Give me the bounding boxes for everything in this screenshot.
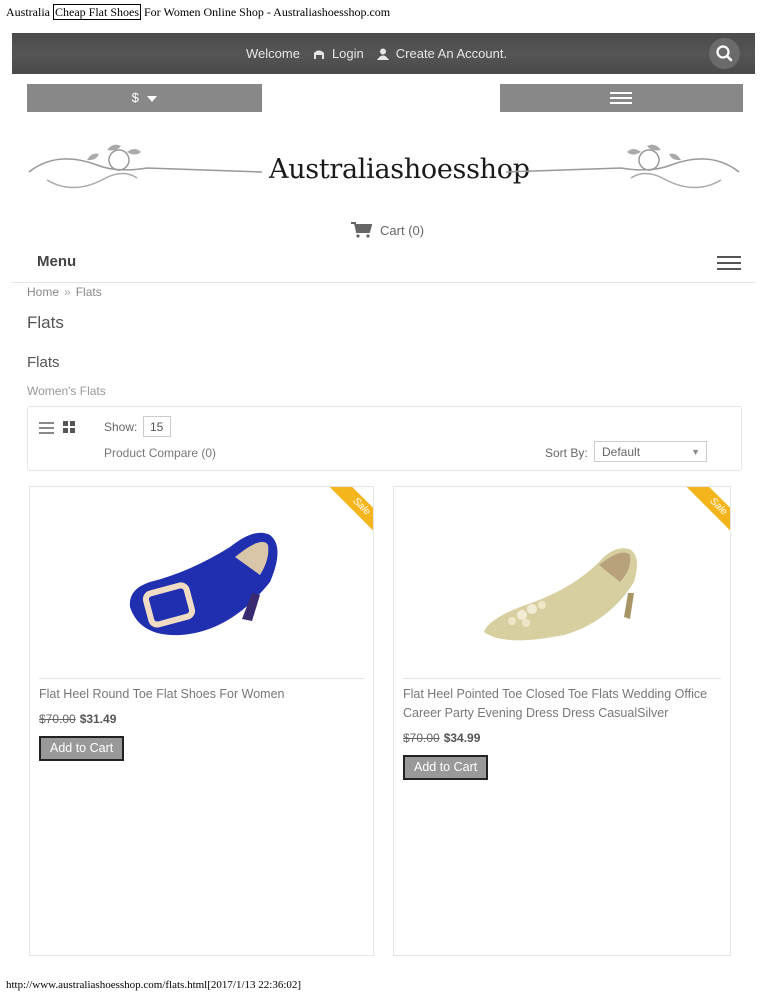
add-to-cart-button[interactable]: Add to Cart (39, 736, 125, 761)
breadcrumb-home[interactable]: Home (27, 285, 59, 299)
title-highlight: Cheap Flat Shoes (53, 4, 141, 20)
ornament-left-icon (28, 144, 263, 189)
logo-text: Australiashoesshop (269, 154, 530, 185)
mobile-menu-button[interactable] (500, 84, 743, 112)
sale-badge: Sale (682, 487, 730, 535)
dropdown-arrow-icon: ▼ (691, 447, 700, 457)
sale-badge-text: Sale (327, 487, 373, 535)
gold-pointed-flat-image (484, 548, 638, 641)
ornament-right-icon (505, 144, 740, 189)
cart-label: Cart (380, 222, 405, 238)
old-price: $70.00 (403, 731, 440, 745)
product-compare-link[interactable]: Product Compare (0) (104, 446, 216, 460)
account-links: Welcome Login Create An Account. (246, 46, 519, 61)
show-label: Show: (104, 420, 138, 434)
list-view-icon[interactable] (39, 422, 54, 437)
breadcrumb-current[interactable]: Flats (76, 285, 102, 299)
page-title: Flats (27, 313, 64, 332)
create-account-link[interactable]: Create An Account. (396, 46, 507, 61)
top-bar: Welcome Login Create An Account. (12, 33, 755, 74)
login-icon (312, 48, 326, 60)
caret-down-icon (147, 96, 158, 102)
product-name[interactable]: Flat Heel Pointed Toe Closed Toe Flats W… (403, 685, 723, 723)
cart-count: (0) (408, 222, 425, 238)
user-icon (376, 48, 390, 60)
breadcrumb: Home » Flats (27, 285, 102, 299)
cart-icon (351, 222, 372, 238)
product-price: $70.00 $34.99 (403, 731, 480, 745)
cart-link[interactable]: Cart (0) (351, 222, 424, 238)
search-button[interactable] (709, 38, 740, 69)
title-suffix: For Women Online Shop - Australiashoessh… (144, 5, 391, 19)
sale-badge: Sale (325, 487, 373, 535)
add-to-cart-button[interactable]: Add to Cart (403, 755, 489, 780)
product-name[interactable]: Flat Heel Round Toe Flat Shoes For Women (39, 685, 359, 704)
category-title: Flats (27, 354, 60, 371)
product-image[interactable] (394, 487, 730, 679)
sort-label: Sort By: (545, 446, 588, 460)
welcome-text: Welcome (246, 46, 300, 61)
hamburger-icon (610, 92, 632, 107)
product-card: Sale Flat Heel Round Toe Flat Shoes For … (29, 486, 374, 956)
image-divider (403, 678, 721, 679)
blue-flat-shoe-image (129, 532, 278, 636)
title-prefix: Australia (6, 5, 50, 19)
menu-toggle-icon[interactable] (717, 256, 741, 274)
product-image[interactable] (30, 487, 373, 679)
sale-price: $34.99 (443, 731, 481, 745)
category-description: Women's Flats (27, 384, 106, 398)
product-card: Sale Flat Heel Pointed Toe Closed Toe Fl… (393, 486, 731, 956)
product-toolbar: Show: 15 Product Compare (0) Sort By: De… (27, 406, 742, 471)
sale-price: $31.49 (79, 712, 117, 726)
product-price: $70.00 $31.49 (39, 712, 116, 726)
old-price: $70.00 (39, 712, 76, 726)
source-url: http://www.australiashoesshop.com/flats.… (6, 979, 302, 991)
login-link[interactable]: Login (332, 46, 364, 61)
image-divider (39, 678, 364, 679)
breadcrumb-separator: » (64, 285, 71, 299)
currency-label: $ (131, 90, 139, 105)
document-title: Australia Cheap Flat Shoes For Women Onl… (6, 4, 391, 20)
currency-selector[interactable]: $ (27, 84, 262, 112)
grid-view-icon[interactable] (63, 421, 76, 434)
search-icon (716, 45, 733, 62)
sale-badge-text: Sale (684, 487, 730, 535)
menu-label[interactable]: Menu (37, 253, 76, 270)
show-select[interactable]: 15 (143, 416, 171, 437)
main-menu-bar: Menu (12, 247, 755, 283)
site-logo[interactable]: Australiashoesshop (27, 140, 741, 200)
sort-select[interactable]: Default ▼ (594, 441, 707, 462)
sort-value: Default (602, 445, 641, 459)
